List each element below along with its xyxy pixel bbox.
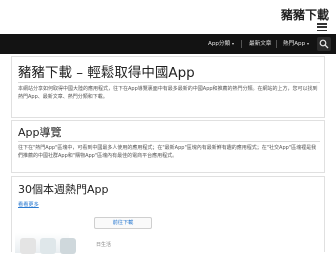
nav-app-categories-label: App分類: [208, 41, 231, 47]
intro-section: 豬豬下載 – 輕鬆取得中國App 本網站分享如何取得中國大陸的應用程式，往下在A…: [11, 56, 325, 118]
section-title-hot-apps: 30個本週熱門App: [18, 183, 109, 196]
intro-paragraph: 本網站分享如何取得中國大陸的應用程式，往下在App導覽裏面中有最多最新的中國Ap…: [18, 86, 318, 100]
menu-icon[interactable]: [317, 23, 327, 31]
page-title: 豬豬下載 – 輕鬆取得中國App: [18, 65, 195, 81]
nav-divider: [241, 40, 242, 48]
divider: [18, 82, 320, 83]
site-brand[interactable]: 豬豬下載: [281, 6, 329, 23]
search-icon: [319, 39, 329, 49]
chevron-down-icon: [307, 42, 310, 45]
nav-app-categories[interactable]: App分類: [208, 34, 235, 54]
app-caption: 日生活: [96, 242, 112, 248]
search-button[interactable]: [317, 37, 331, 51]
app-carousel: [15, 233, 76, 254]
section-title-app-guide: App導覽: [18, 126, 62, 139]
hot-apps-section: 30個本週熱門App 看看更多 前往下載 日生活: [11, 176, 325, 254]
app-guide-section: App導覽 往下在"熱門App"區塊中，可看到中國最多人使用的應用程式；在"最新…: [11, 120, 325, 173]
nav-divider: [276, 40, 277, 48]
nav-latest-articles[interactable]: 最新文章: [249, 34, 271, 54]
site-header: 豬豬下載: [0, 0, 336, 33]
nav-hot-apps-label: 熱門App: [283, 41, 306, 47]
download-button[interactable]: 前往下載: [94, 217, 152, 229]
nav-hot-apps[interactable]: 熱門App: [283, 34, 310, 54]
see-more-link[interactable]: 看看更多: [18, 201, 39, 208]
app-guide-paragraph: 往下在"熱門App"區塊中，可看到中國最多人使用的應用程式；在"最新App"區塊…: [18, 145, 317, 159]
chevron-down-icon: [232, 42, 235, 45]
divider: [18, 141, 320, 142]
main-nav: App分類 最新文章 熱門App: [0, 34, 336, 54]
